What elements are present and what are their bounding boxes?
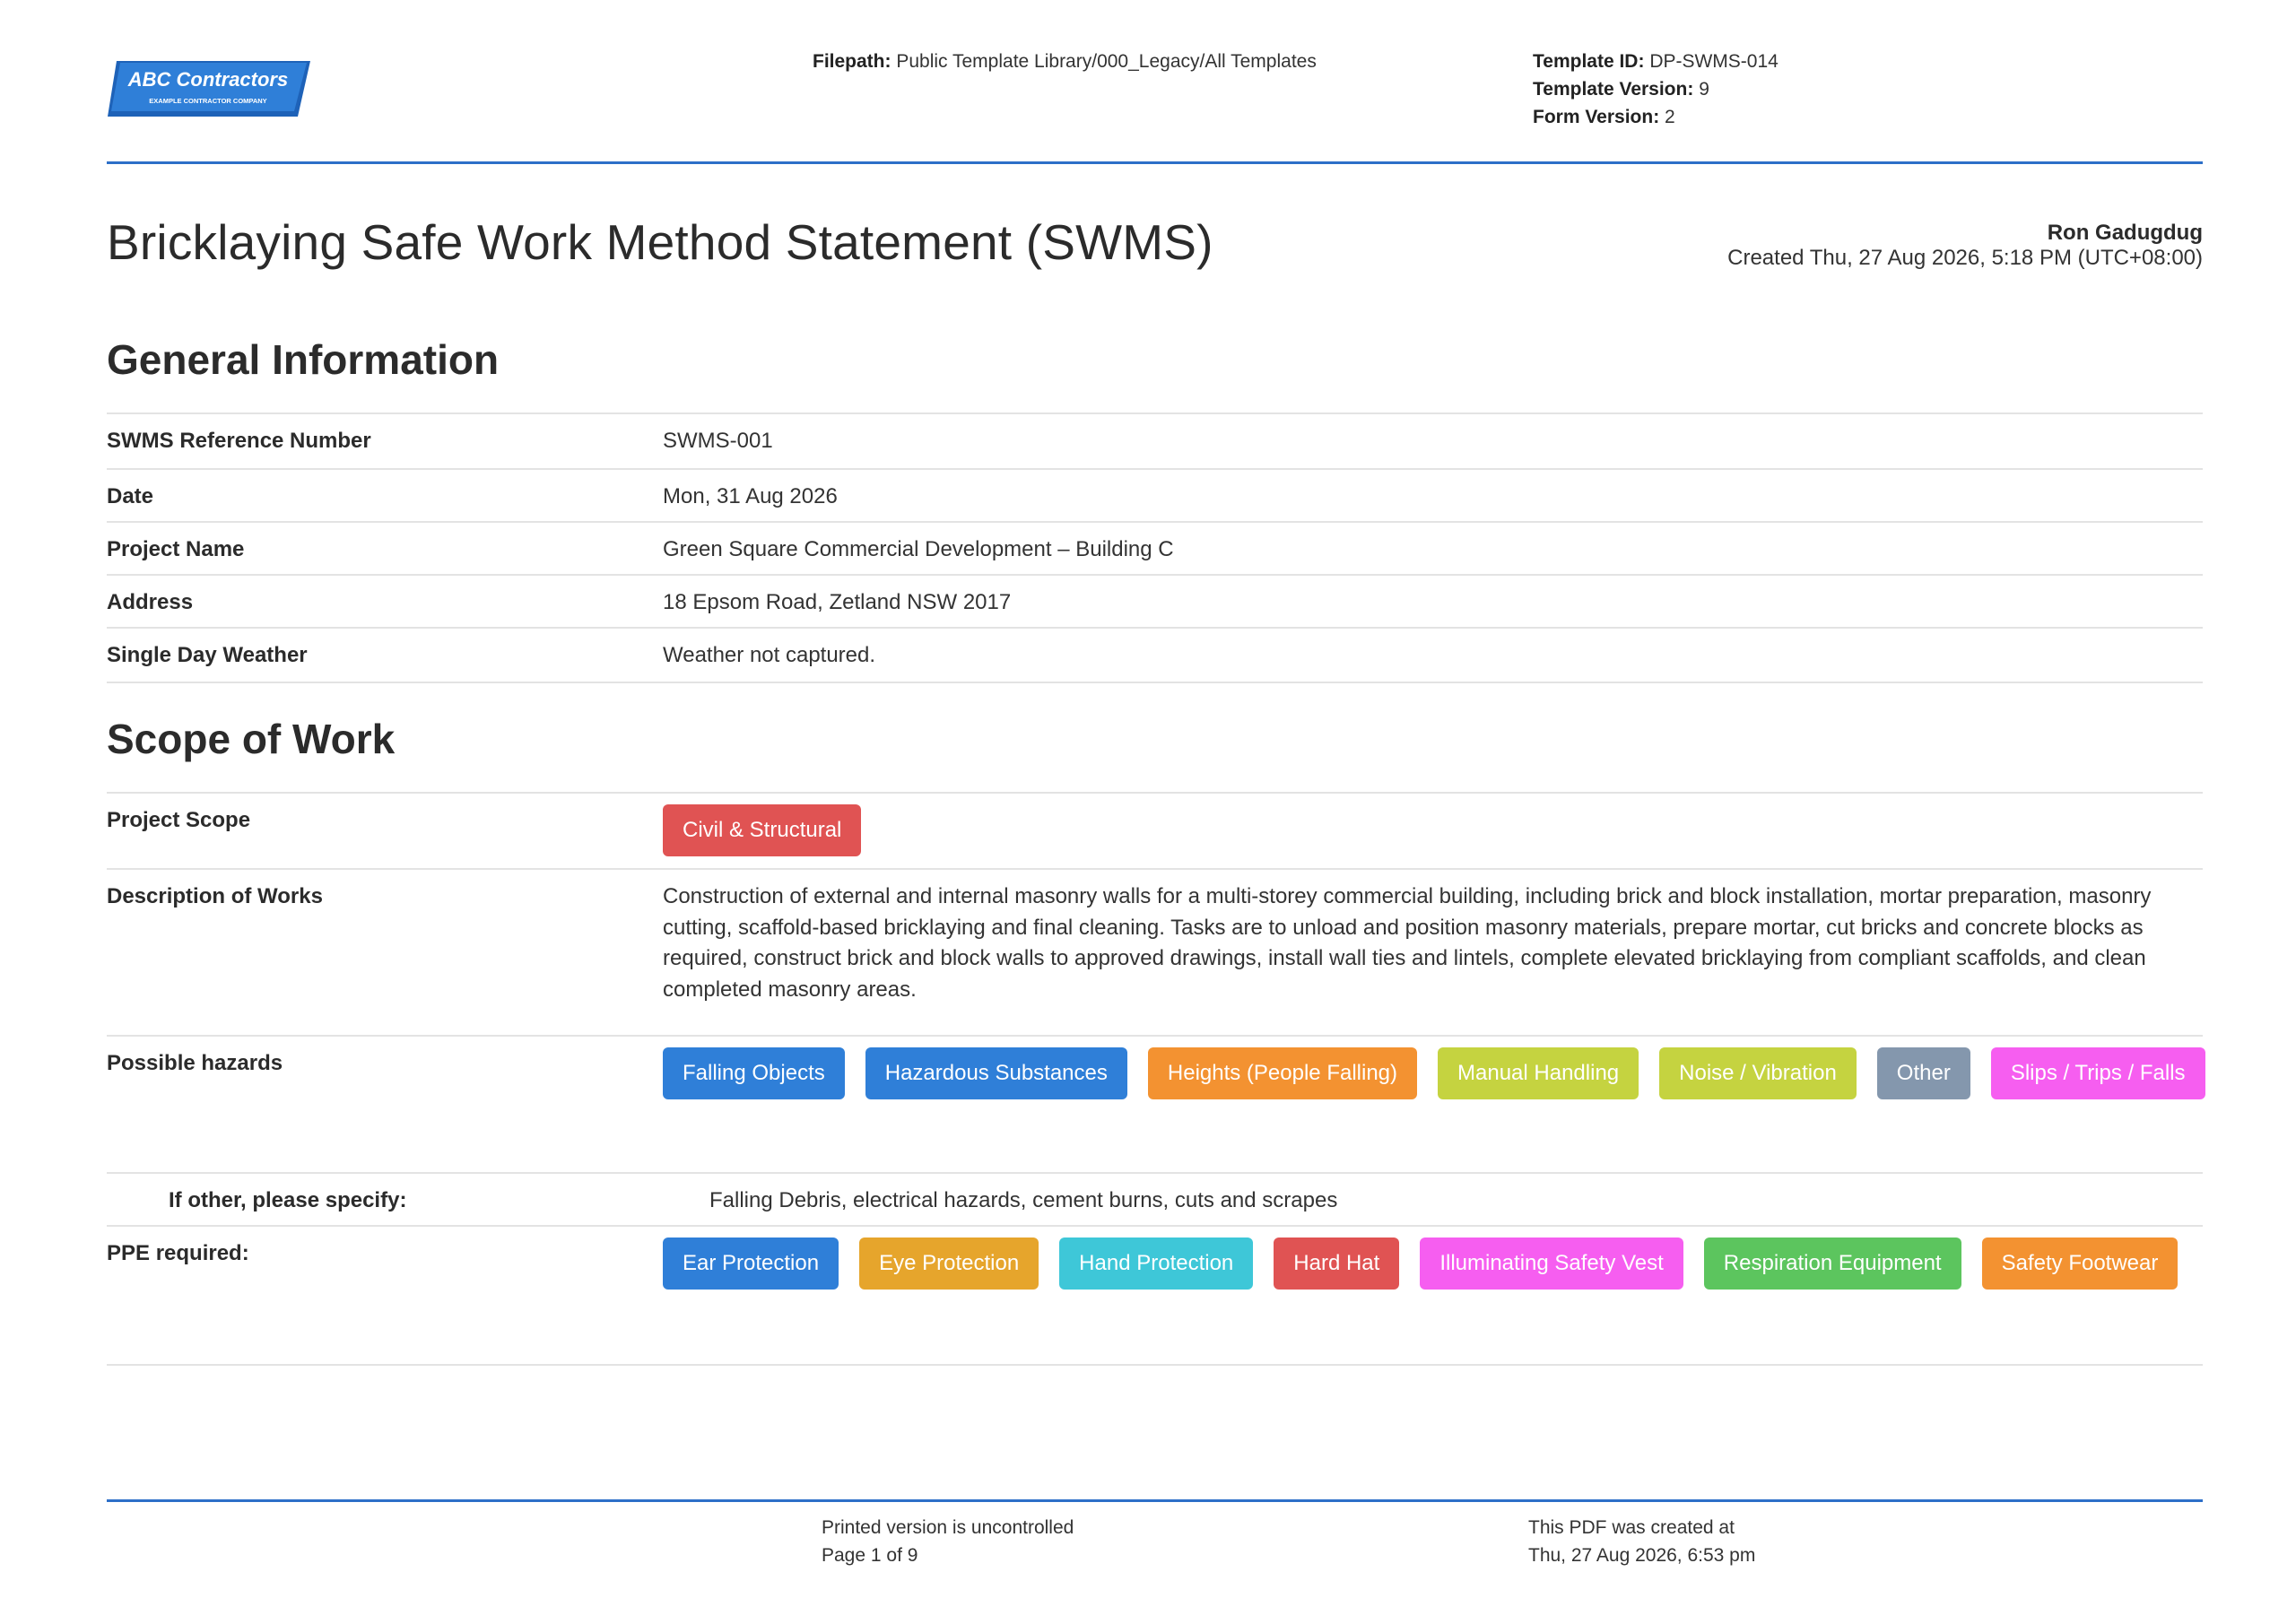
info-label: Project Name [107,537,245,561]
info-row-reference: SWMS Reference Number SWMS-001 [107,413,2203,470]
ppe-tags: Ear Protection Eye Protection Hand Prote… [663,1238,2205,1290]
tag-heights-people-falling: Heights (People Falling) [1147,1047,1418,1099]
form-version-label: Form Version: [1533,107,1660,127]
filepath-block: Filepath: Public Template Library/000_Le… [813,48,1317,75]
author-block: Ron Gadugdug Created Thu, 27 Aug 2026, 5… [1727,221,2203,271]
footer-right: This PDF was created at Thu, 27 Aug 2026… [1528,1514,1755,1569]
form-version-value: 2 [1665,107,1675,127]
tag-safety-footwear: Safety Footwear [1981,1238,2179,1290]
header-divider [107,161,2203,164]
other-hazards-value: Falling Debris, electrical hazards, ceme… [709,1188,1338,1212]
hazard-tags: Falling Objects Hazardous Substances Hei… [663,1047,2205,1099]
form-version-line: Form Version: 2 [1533,103,1779,131]
template-version-label: Template Version: [1533,79,1694,100]
template-version-value: 9 [1699,79,1709,100]
description-label: Description of Works [107,884,323,908]
tag-falling-objects: Falling Objects [663,1047,845,1099]
tag-respiration-equipment: Respiration Equipment [1703,1238,1961,1290]
footer-left: Printed version is uncontrolled Page 1 o… [822,1514,1074,1569]
company-logo-badge: ABC Contractors EXAMPLE CONTRACTOR COMPA… [108,61,310,117]
info-label: Date [107,484,154,508]
logo-name: ABC Contractors [127,68,288,91]
tag-ear-protection: Ear Protection [663,1238,839,1290]
logo-tagline: EXAMPLE CONTRACTOR COMPANY [149,97,266,105]
tag-other: Other [1876,1047,1970,1099]
tag-hard-hat: Hard Hat [1274,1238,1400,1290]
info-row-project-name: Project Name Green Square Commercial Dev… [107,521,2203,576]
info-value: Mon, 31 Aug 2026 [663,484,838,508]
info-label: Single Day Weather [107,643,308,667]
template-id-line: Template ID: DP-SWMS-014 [1533,48,1779,75]
info-value: Weather not captured. [663,643,876,667]
filepath-label: Filepath: [813,51,891,72]
info-label: Address [107,590,194,614]
info-row-weather: Single Day Weather Weather not captured. [107,627,2203,683]
tag-civil-structural: Civil & Structural [663,804,862,856]
project-scope-tags: Civil & Structural [663,804,2205,856]
info-value: Green Square Commercial Development – Bu… [663,537,1174,561]
page-number: Page 1 of 9 [822,1545,918,1566]
created-timestamp: Created Thu, 27 Aug 2026, 5:18 PM (UTC+0… [1727,246,2203,270]
footer-divider [107,1499,2203,1502]
section-heading-scope-of-work: Scope of Work [107,716,396,762]
scope-row-other-hazards: If other, please specify: Falling Debris… [107,1172,2203,1227]
scope-row-ppe: PPE required: Ear Protection Eye Protect… [107,1225,2203,1366]
template-version-line: Template Version: 9 [1533,75,1779,103]
ppe-label: PPE required: [107,1241,249,1265]
tag-hand-protection: Hand Protection [1059,1238,1254,1290]
template-id-label: Template ID: [1533,51,1645,72]
template-id-value: DP-SWMS-014 [1649,51,1779,72]
template-meta-block: Template ID: DP-SWMS-014 Template Versio… [1533,48,1779,131]
section-heading-general-information: General Information [107,336,500,383]
company-logo: ABC Contractors EXAMPLE CONTRACTOR COMPA… [108,59,314,118]
info-row-address: Address 18 Epsom Road, Zetland NSW 2017 [107,574,2203,629]
tag-noise-vibration: Noise / Vibration [1659,1047,1857,1099]
filepath-value: Public Template Library/000_Legacy/All T… [896,51,1317,72]
other-hazards-label: If other, please specify: [169,1188,407,1212]
tag-eye-protection: Eye Protection [859,1238,1039,1290]
scope-row-project-scope: Project Scope Civil & Structural [107,792,2203,870]
scope-row-description: Description of Works Construction of ext… [107,868,2203,1037]
tag-hazardous-substances: Hazardous Substances [865,1047,1127,1099]
document-title: Bricklaying Safe Work Method Statement (… [107,214,1213,270]
hazards-label: Possible hazards [107,1051,283,1075]
pdf-created-label: This PDF was created at [1528,1517,1735,1538]
tag-manual-handling: Manual Handling [1438,1047,1639,1099]
tag-illuminating-safety-vest: Illuminating Safety Vest [1420,1238,1683,1290]
info-label: SWMS Reference Number [107,429,371,453]
info-value: 18 Epsom Road, Zetland NSW 2017 [663,590,1012,614]
author-name: Ron Gadugdug [2047,221,2203,245]
uncontrolled-notice: Printed version is uncontrolled [822,1517,1074,1538]
tag-slips-trips-falls: Slips / Trips / Falls [1990,1047,2205,1099]
scope-row-hazards: Possible hazards Falling Objects Hazardo… [107,1035,2205,1174]
info-value: SWMS-001 [663,429,773,453]
info-row-date: Date Mon, 31 Aug 2026 [107,468,2203,523]
description-text: Construction of external and internal ma… [663,884,2152,1002]
pdf-created-value: Thu, 27 Aug 2026, 6:53 pm [1528,1545,1756,1566]
project-scope-label: Project Scope [107,808,251,832]
